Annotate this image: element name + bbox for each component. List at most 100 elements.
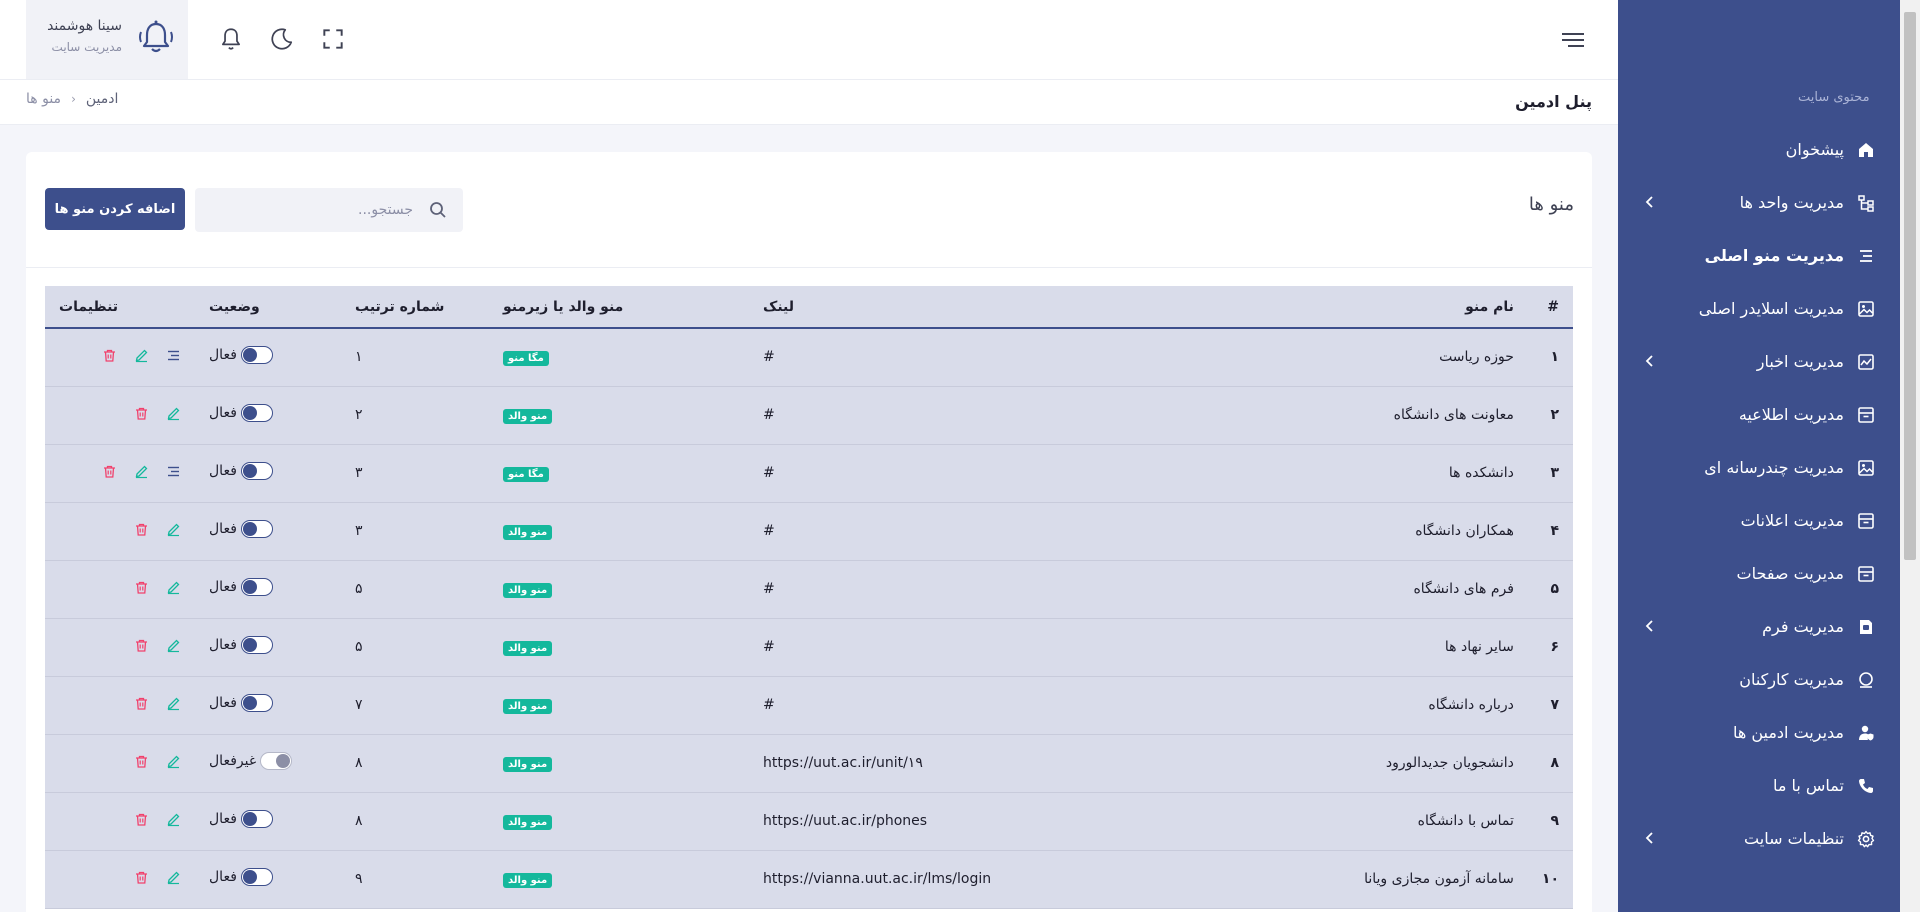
- status-toggle-group: فعال: [209, 636, 273, 654]
- search-input[interactable]: [195, 188, 463, 232]
- sidebar-item-11[interactable]: مدیریت ادمین ها: [1618, 706, 1900, 759]
- phone-icon: [1856, 776, 1876, 796]
- edit-pencil-icon[interactable]: [166, 696, 181, 711]
- add-menu-button[interactable]: اضافه کردن منو ها: [45, 188, 185, 230]
- sidebar-item-0[interactable]: پیشخوان: [1618, 123, 1900, 176]
- delete-trash-icon[interactable]: [134, 870, 149, 885]
- sidebar: محتوی سایت پیشخوان مدیریت واحد ها مدیریت م…: [1618, 0, 1900, 912]
- notification-bell-icon[interactable]: [218, 26, 244, 52]
- edit-pencil-icon[interactable]: [166, 812, 181, 827]
- table-row[interactable]: ۸ دانشجویان جدیدالورود https://uut.ac.ir/u…: [45, 734, 1573, 792]
- sidebar-item-12[interactable]: تماس با ما: [1618, 759, 1900, 812]
- menu-order-cell: ۵: [355, 639, 363, 655]
- page-title: پنل ادمین: [1515, 92, 1592, 111]
- sidebar-item-9[interactable]: مدیریت فرم: [1618, 600, 1900, 653]
- row-number: ۶: [1550, 639, 1559, 655]
- status-toggle[interactable]: [240, 810, 273, 828]
- status-toggle[interactable]: [240, 462, 273, 480]
- menu-type-cell: مگا منو: [489, 444, 749, 502]
- table-row[interactable]: ۲ معاونت های دانشگاه # منو والد ۲ فعال: [45, 386, 1573, 444]
- sidebar-item-7[interactable]: مدیریت اعلانات: [1618, 494, 1900, 547]
- status-toggle-group: فعال: [209, 810, 273, 828]
- delete-trash-icon[interactable]: [134, 754, 149, 769]
- status-toggle[interactable]: [240, 868, 273, 886]
- delete-trash-icon[interactable]: [102, 348, 117, 363]
- sidebar-item-6[interactable]: مدیریت چندرسانه ای: [1618, 441, 1900, 494]
- sidebar-item-3[interactable]: مدیریت اسلایدر اصلی: [1618, 282, 1900, 335]
- edit-pencil-icon[interactable]: [166, 406, 181, 421]
- menus-table-wrapper: # نام منو لینک منو والد یا زیرمنو شماره …: [45, 286, 1573, 909]
- submenu-list-icon[interactable]: [166, 348, 181, 363]
- sidebar-item-2[interactable]: مدیریت منو اصلی: [1618, 229, 1900, 282]
- chevron-left-icon: [1642, 618, 1658, 634]
- delete-trash-icon[interactable]: [134, 638, 149, 653]
- search-box[interactable]: [195, 188, 463, 232]
- row-number: ۸: [1550, 755, 1559, 771]
- breadcrumb-item-admin[interactable]: ادمین: [86, 91, 119, 107]
- edit-pencil-icon[interactable]: [166, 754, 181, 769]
- table-row[interactable]: ۳ دانشکده ها # مگا منو ۳ فعال: [45, 444, 1573, 502]
- status-cell: فعال: [195, 618, 341, 676]
- table-row[interactable]: ۶ سایر نهاد ها # منو والد ۵ فعال: [45, 618, 1573, 676]
- table-row[interactable]: ۴ همکاران دانشگاه # منو والد ۳ فعال: [45, 502, 1573, 560]
- sitemap-icon: [1856, 193, 1876, 213]
- fullscreen-icon[interactable]: [320, 26, 346, 52]
- status-toggle[interactable]: [240, 578, 273, 596]
- scrollbar-thumb[interactable]: [1904, 12, 1916, 560]
- status-label: فعال: [209, 869, 237, 885]
- status-toggle[interactable]: [240, 694, 273, 712]
- sidebar-item-4[interactable]: مدیریت اخبار: [1618, 335, 1900, 388]
- edit-pencil-icon[interactable]: [166, 580, 181, 595]
- status-cell: فعال: [195, 444, 341, 502]
- table-row[interactable]: ۱ حوزه ریاست # مگا منو ۱ فعال: [45, 328, 1573, 386]
- menu-type-cell: منو والد: [489, 560, 749, 618]
- sidebar-item-5[interactable]: مدیریت اطلاعیه: [1618, 388, 1900, 441]
- page-scrollbar[interactable]: [1900, 0, 1920, 912]
- delete-trash-icon[interactable]: [102, 464, 117, 479]
- sidebar-item-1[interactable]: مدیریت واحد ها: [1618, 176, 1900, 229]
- status-toggle[interactable]: [260, 752, 293, 770]
- edit-pencil-icon[interactable]: [134, 464, 149, 479]
- delete-trash-icon[interactable]: [134, 580, 149, 595]
- row-actions: [134, 812, 181, 827]
- sidebar-item-label: مدیریت کارکنان: [1739, 670, 1844, 689]
- chevron-left-icon: [1642, 830, 1658, 846]
- col-header-name: نام منو: [1465, 298, 1514, 315]
- archive-icon: [1856, 564, 1876, 584]
- edit-pencil-icon[interactable]: [166, 522, 181, 537]
- dark-mode-moon-icon[interactable]: [269, 26, 295, 52]
- delete-trash-icon[interactable]: [134, 406, 149, 421]
- table-row[interactable]: ۵ فرم های دانشگاه # منو والد ۵ فعال: [45, 560, 1573, 618]
- sidebar-item-8[interactable]: مدیریت صفحات: [1618, 547, 1900, 600]
- edit-pencil-icon[interactable]: [166, 638, 181, 653]
- menu-type-badge: منو والد: [503, 640, 553, 656]
- table-body: ۱ حوزه ریاست # مگا منو ۱ فعال ۲ معاونت های دانش…: [45, 328, 1573, 908]
- menus-table: # نام منو لینک منو والد یا زیرمنو شماره …: [45, 286, 1573, 909]
- sidebar-item-13[interactable]: تنظیمات سایت: [1618, 812, 1900, 865]
- user-profile[interactable]: سینا هوشمند مدیریت سایت: [26, 0, 188, 79]
- edit-pencil-icon[interactable]: [134, 348, 149, 363]
- status-toggle[interactable]: [240, 636, 273, 654]
- status-toggle[interactable]: [240, 404, 273, 422]
- submenu-list-icon[interactable]: [166, 464, 181, 479]
- edit-pencil-icon[interactable]: [166, 870, 181, 885]
- delete-trash-icon[interactable]: [134, 696, 149, 711]
- menu-type-badge: منو والد: [503, 582, 553, 598]
- col-header-number: #: [1547, 298, 1559, 315]
- delete-trash-icon[interactable]: [134, 522, 149, 537]
- table-row[interactable]: ۹ تماس با دانشگاه https://uut.ac.ir/phones…: [45, 792, 1573, 850]
- menu-link-cell: #: [763, 697, 775, 713]
- menu-type-cell: منو والد: [489, 502, 749, 560]
- delete-trash-icon[interactable]: [134, 812, 149, 827]
- sidebar-item-10[interactable]: مدیریت کارکنان: [1618, 653, 1900, 706]
- status-toggle[interactable]: [240, 346, 273, 365]
- menu-type-badge: منو والد: [503, 756, 553, 772]
- menu-link-cell: #: [763, 407, 775, 423]
- image-icon: [1856, 299, 1876, 319]
- table-row[interactable]: ۷ درباره دانشگاه # منو والد ۷ فعال: [45, 676, 1573, 734]
- menu-type-cell: منو والد: [489, 850, 749, 908]
- actions-cell: [45, 618, 195, 676]
- hamburger-menu-icon[interactable]: [1560, 28, 1586, 52]
- table-row[interactable]: ۱۰ سامانه آزمون مجازی ویانا https://vianna…: [45, 850, 1573, 908]
- status-toggle[interactable]: [240, 520, 273, 538]
